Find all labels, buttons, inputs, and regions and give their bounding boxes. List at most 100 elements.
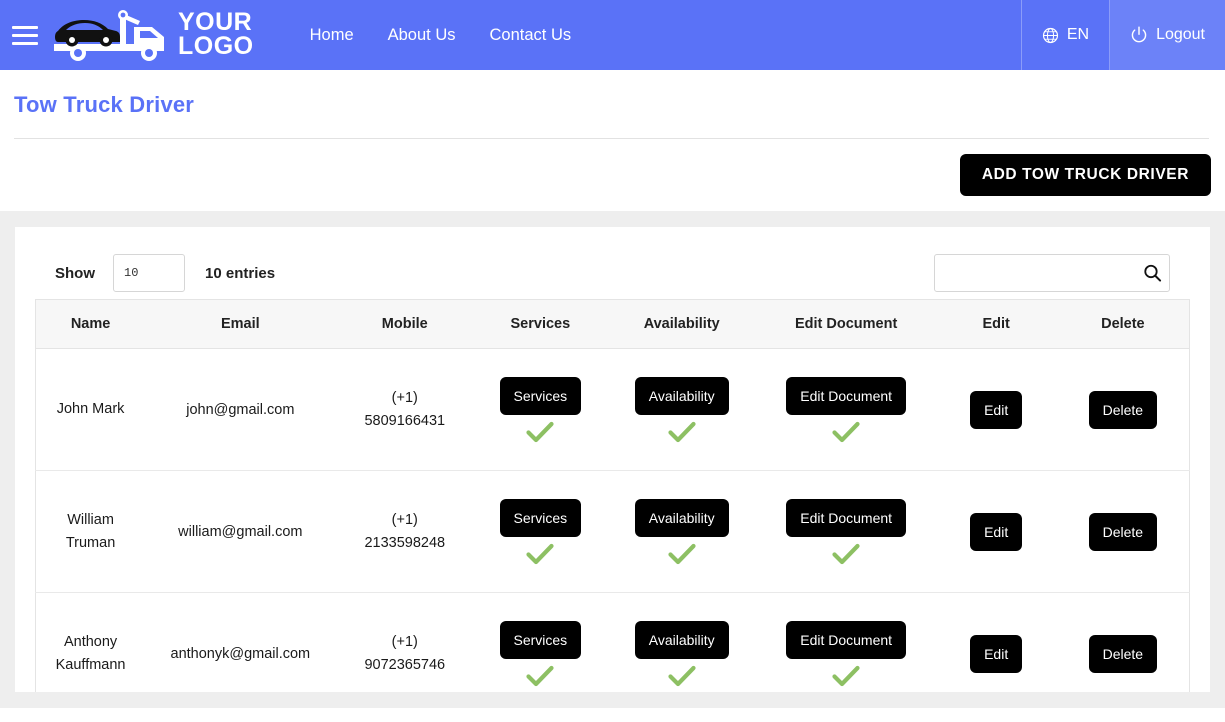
edit-button[interactable]: Edit (970, 512, 1023, 551)
add-tow-truck-driver-button[interactable]: ADD TOW TRUCK DRIVER (959, 154, 1211, 196)
availability-button[interactable]: Availability (634, 498, 729, 537)
cell-delete: Delete (1056, 470, 1190, 593)
cell-name: William Truman (35, 470, 146, 593)
language-label: EN (1066, 26, 1090, 43)
cell-edit: Edit (935, 592, 1057, 692)
table-header: Name Email Mobile Services Availability … (35, 299, 1190, 349)
cell-mobile: (+1) 9072365746 (335, 592, 474, 692)
show-label: Show (55, 264, 95, 282)
cell-email: william@gmail.com (145, 470, 336, 593)
cell-availability: Availability (606, 592, 757, 692)
cell-edit: Edit (935, 470, 1057, 593)
hamburger-menu-icon[interactable] (8, 18, 42, 52)
mobile-number: 9072365746 (364, 656, 446, 673)
availability-check-icon (668, 543, 696, 564)
cell-availability: Availability (606, 470, 757, 593)
column-header-services[interactable]: Services (474, 299, 607, 349)
edit-document-check-icon (832, 543, 860, 564)
action-bar: ADD TOW TRUCK DRIVER (0, 139, 1225, 211)
column-header-name[interactable]: Name (35, 299, 146, 349)
content-area: Show 10 entries Name (0, 211, 1225, 708)
cell-edit: Edit (935, 348, 1057, 471)
top-navigation-bar: YOUR LOGO Home About Us Contact Us EN Lo… (0, 0, 1225, 70)
nav-link-about-us[interactable]: About Us (388, 26, 456, 45)
search-button[interactable] (1143, 264, 1162, 283)
cell-edit-document: Edit Document (756, 470, 936, 593)
mobile-country-code: (+1) (391, 634, 418, 651)
page-title: Tow Truck Driver (14, 92, 195, 117)
column-header-email[interactable]: Email (145, 299, 336, 349)
hamburger-bar (12, 33, 38, 37)
search-box (934, 254, 1170, 292)
services-button[interactable]: Services (499, 498, 582, 537)
services-check-icon (526, 421, 554, 442)
services-check-icon (526, 665, 554, 686)
column-header-mobile[interactable]: Mobile (335, 299, 474, 349)
entries-count-label: 10 entries (205, 264, 276, 282)
navbar-right-group: EN Logout (1020, 0, 1225, 70)
cell-mobile: (+1) 2133598248 (335, 470, 474, 593)
cell-edit-document: Edit Document (756, 348, 936, 471)
edit-document-button[interactable]: Edit Document (786, 498, 907, 537)
mobile-country-code: (+1) (391, 390, 418, 407)
availability-check-icon (668, 665, 696, 686)
mobile-number: 5809166431 (364, 412, 446, 429)
language-selector[interactable]: EN (1020, 0, 1111, 70)
table-row: John Mark john@gmail.com (+1) 5809166431 Ser… (35, 348, 1190, 471)
column-header-edit[interactable]: Edit (935, 299, 1057, 349)
page-title-block: Tow Truck Driver (0, 70, 1225, 139)
column-header-delete[interactable]: Delete (1056, 299, 1190, 349)
edit-document-check-icon (832, 665, 860, 686)
cell-edit-document: Edit Document (756, 592, 936, 692)
column-header-edit-document[interactable]: Edit Document (756, 299, 936, 349)
logout-button[interactable]: Logout (1110, 0, 1225, 70)
column-header-availability[interactable]: Availability (606, 299, 757, 349)
availability-check-icon (668, 421, 696, 442)
edit-document-button[interactable]: Edit Document (786, 620, 907, 659)
search-input[interactable] (934, 254, 1170, 292)
cell-availability: Availability (606, 348, 757, 471)
logo-text-line2: LOGO (178, 32, 254, 60)
cell-mobile: (+1) 5809166431 (335, 348, 474, 471)
tow-truck-driver-table: Name Email Mobile Services Availability … (35, 299, 1190, 692)
edit-button[interactable]: Edit (970, 634, 1023, 673)
services-check-icon (526, 543, 554, 564)
cell-email: john@gmail.com (145, 348, 336, 471)
table-row: Anthony Kauffmann anthonyk@gmail.com (+1) 9… (35, 592, 1190, 692)
mobile-country-code: (+1) (391, 512, 418, 529)
navbar-left-group: YOUR LOGO (0, 0, 254, 70)
search-icon (1144, 264, 1162, 282)
hamburger-bar (12, 41, 38, 45)
logo[interactable]: YOUR LOGO (48, 9, 254, 61)
cell-name: Anthony Kauffmann (35, 592, 146, 692)
table-controls: Show 10 entries (35, 247, 1190, 299)
edit-button[interactable]: Edit (970, 390, 1023, 429)
nav-link-home[interactable]: Home (310, 26, 354, 45)
logo-text: YOUR LOGO (178, 10, 254, 60)
edit-document-button[interactable]: Edit Document (786, 376, 907, 415)
delete-button[interactable]: Delete (1088, 390, 1158, 429)
cell-delete: Delete (1056, 592, 1190, 692)
globe-icon (1042, 27, 1058, 43)
availability-button[interactable]: Availability (634, 620, 729, 659)
cell-email: anthonyk@gmail.com (145, 592, 336, 692)
availability-button[interactable]: Availability (634, 376, 729, 415)
table-body: John Mark john@gmail.com (+1) 5809166431 Ser… (35, 348, 1190, 692)
cell-services: Services (474, 592, 607, 692)
services-button[interactable]: Services (499, 620, 582, 659)
cell-delete: Delete (1056, 348, 1190, 471)
logout-label: Logout (1156, 26, 1205, 43)
table-card: Show 10 entries Name (15, 227, 1210, 692)
delete-button[interactable]: Delete (1088, 634, 1158, 673)
services-button[interactable]: Services (499, 376, 582, 415)
hamburger-bar (12, 25, 38, 29)
cell-services: Services (474, 470, 607, 593)
table-header-row: Name Email Mobile Services Availability … (35, 299, 1190, 349)
tow-truck-icon (54, 10, 164, 61)
table-row: William Truman william@gmail.com (+1) 21335… (35, 470, 1190, 593)
nav-link-contact-us[interactable]: Contact Us (490, 26, 572, 45)
entries-length-input[interactable] (113, 254, 185, 292)
power-icon (1131, 26, 1147, 43)
cell-services: Services (474, 348, 607, 471)
delete-button[interactable]: Delete (1088, 512, 1158, 551)
